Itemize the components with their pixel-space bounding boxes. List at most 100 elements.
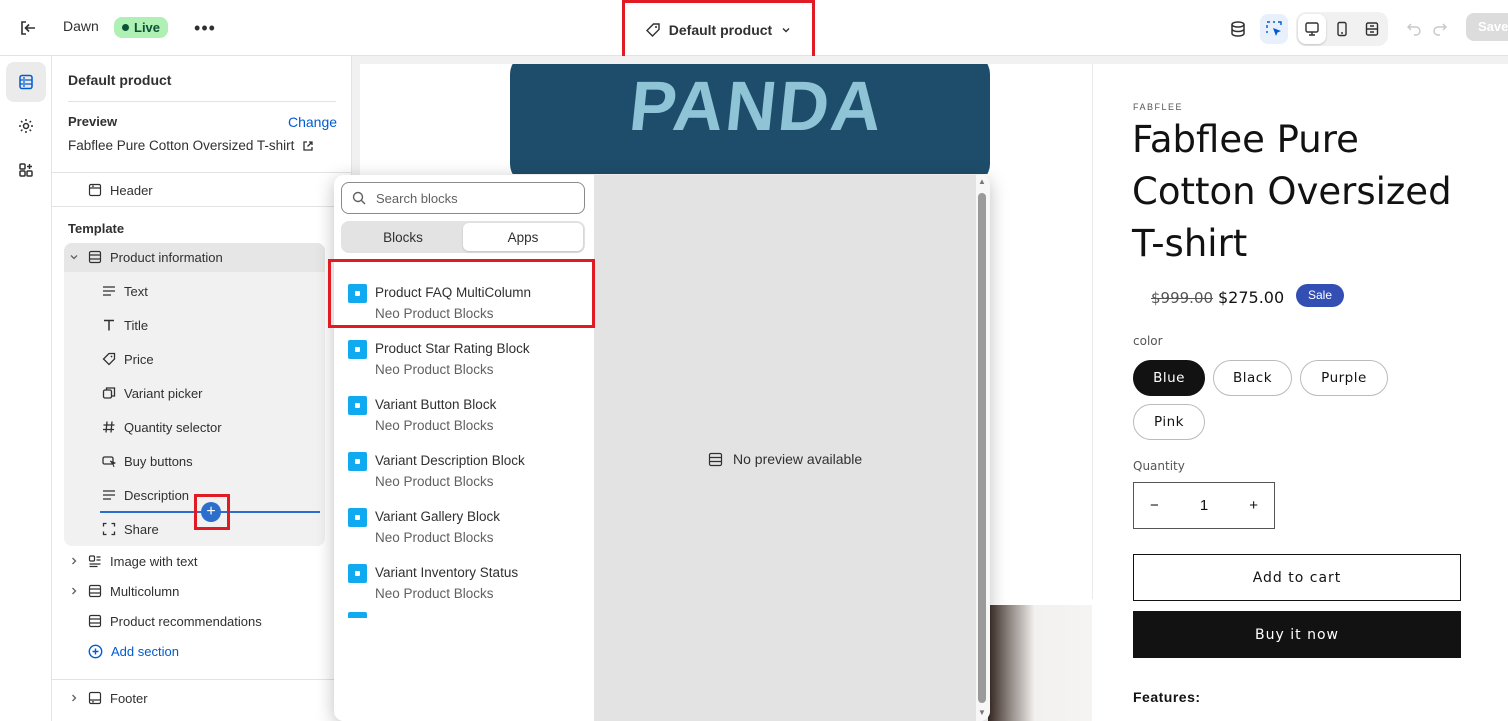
minus-icon[interactable]: −: [1150, 497, 1159, 514]
block-label: Quantity selector: [124, 419, 222, 435]
section-icon: [88, 183, 102, 197]
search-blocks-input[interactable]: [376, 190, 576, 206]
save-button[interactable]: Save: [1466, 13, 1508, 41]
template-heading: Template: [68, 221, 125, 236]
add-block-popover: Blocks Apps Product FAQ MultiColumn Neo …: [334, 175, 990, 721]
chevron-right-icon[interactable]: [68, 586, 80, 596]
no-preview-text: No preview available: [733, 451, 863, 467]
block-item-text[interactable]: Text: [102, 276, 148, 306]
top-bar: Dawn Live ••• Default product Save: [0, 0, 1508, 59]
app-block-title: Variant Inventory Status: [375, 565, 519, 580]
plus-circle-icon: [88, 644, 103, 658]
editor-sidebar: Default product Preview Change Fabflee P…: [52, 56, 352, 721]
chevron-right-icon[interactable]: [68, 556, 80, 566]
sidebar-item-image-with-text[interactable]: Image with text: [68, 546, 197, 576]
section-icon: [708, 452, 723, 466]
block-label: Title: [124, 317, 149, 333]
block-item-description[interactable]: Description: [102, 480, 189, 510]
template-selector-label: Default product: [668, 21, 773, 38]
sections-icon[interactable]: [6, 62, 46, 102]
color-pill-purple[interactable]: Purple: [1300, 360, 1388, 396]
fullscreen-view-icon[interactable]: [1358, 14, 1386, 44]
app-block-title: Variant Gallery Block: [375, 509, 501, 524]
color-pill-blue[interactable]: Blue: [1133, 360, 1205, 396]
color-option-label: color: [1133, 334, 1163, 348]
app-block-icon: [348, 508, 367, 527]
block-label: Price: [124, 351, 154, 367]
block-label: Share: [124, 521, 159, 537]
block-item-price[interactable]: Price: [102, 344, 154, 374]
sale-price: $275.00: [1218, 288, 1285, 307]
app-block-item[interactable]: Variant Gallery Block Neo Product Blocks: [334, 500, 594, 556]
sidebar-item-header[interactable]: Header: [68, 175, 153, 205]
add-to-cart-button[interactable]: Add to cart: [1133, 554, 1461, 601]
section-icon: [88, 584, 102, 598]
desktop-view-icon[interactable]: [1298, 14, 1326, 44]
divider: [68, 101, 336, 102]
scroll-up-icon[interactable]: ▲: [978, 177, 986, 186]
title-t-icon: [104, 319, 114, 331]
inspector-select-icon[interactable]: [1260, 14, 1288, 44]
app-block-item[interactable]: Variant Inventory Status Neo Product Blo…: [334, 556, 594, 612]
no-preview-message: No preview available: [708, 451, 862, 467]
plus-icon[interactable]: +: [1249, 497, 1258, 514]
mobile-view-icon[interactable]: [1328, 14, 1356, 44]
block-label: Description: [124, 487, 190, 503]
block-item-quantity-selector[interactable]: Quantity selector: [102, 412, 222, 442]
product-vendor: FABFLEE: [1133, 102, 1184, 112]
live-badge: Live: [114, 17, 169, 38]
sidebar-item-product-information[interactable]: Product information: [68, 242, 223, 272]
buy-now-button[interactable]: Buy it now: [1133, 611, 1461, 658]
app-block-icon: [348, 340, 367, 359]
image-text-icon: [88, 555, 101, 568]
sidebar-item-footer[interactable]: Footer: [68, 683, 148, 713]
add-section-button[interactable]: Add section: [68, 636, 179, 666]
viewport-switcher: [1296, 12, 1388, 46]
preview-product[interactable]: Fabflee Pure Cotton Oversized T-shirt: [68, 138, 314, 153]
app-block-item[interactable]: Product Star Rating Block Neo Product Bl…: [334, 332, 594, 388]
block-preview-panel: No preview available: [594, 175, 976, 721]
product-image-2[interactable]: [988, 605, 1092, 721]
app-block-icon: [348, 612, 367, 618]
scrollbar-thumb[interactable]: [978, 193, 986, 703]
block-label: Variant picker: [124, 385, 203, 401]
block-type-tabs: Blocks Apps: [341, 221, 585, 253]
database-icon[interactable]: [1224, 14, 1252, 44]
app-block-title: Variant Description Block: [375, 453, 525, 468]
product-title: Fabflee Pure Cotton Oversized T-shirt: [1132, 118, 1452, 265]
quantity-value[interactable]: 1: [1200, 497, 1208, 514]
color-pill-black[interactable]: Black: [1213, 360, 1292, 396]
app-block-item[interactable]: Variant Description Block Neo Product Bl…: [334, 444, 594, 500]
block-item-buy-buttons[interactable]: Buy buttons: [102, 446, 193, 476]
app-block-icon: [348, 564, 367, 583]
undo-icon[interactable]: [1406, 20, 1422, 39]
block-list-panel: Blocks Apps Product FAQ MultiColumn Neo …: [334, 175, 594, 721]
chevron-right-icon[interactable]: [68, 693, 80, 703]
block-item-title[interactable]: Title: [102, 310, 148, 340]
exit-icon[interactable]: [16, 16, 40, 40]
buy-button-icon: [102, 456, 116, 468]
block-item-variant-picker[interactable]: Variant picker: [102, 378, 203, 408]
color-pill-pink[interactable]: Pink: [1133, 404, 1205, 440]
sidebar-item-product-recommendations[interactable]: Product recommendations: [68, 606, 262, 636]
change-preview-link[interactable]: Change: [288, 114, 337, 130]
chevron-down-icon[interactable]: [68, 252, 80, 262]
preview-label: Preview: [68, 114, 118, 129]
settings-gear-icon[interactable]: [6, 106, 46, 146]
sidebar-item-multicolumn[interactable]: Multicolumn: [68, 576, 179, 606]
tab-blocks[interactable]: Blocks: [343, 223, 463, 251]
hashtag-icon: [103, 421, 115, 433]
block-item-share[interactable]: Share: [102, 514, 159, 544]
sidebar-item-label: Header: [110, 182, 153, 198]
apps-icon[interactable]: [6, 150, 46, 190]
more-actions-icon[interactable]: •••: [193, 16, 217, 40]
template-selector[interactable]: Default product: [622, 0, 815, 59]
block-label: Text: [124, 283, 148, 299]
app-block-item[interactable]: Variant Button Block Neo Product Blocks: [334, 388, 594, 444]
add-section-label: Add section: [111, 643, 179, 659]
divider: [52, 206, 352, 207]
redo-icon[interactable]: [1432, 20, 1448, 39]
tab-apps[interactable]: Apps: [463, 223, 583, 251]
scroll-down-icon[interactable]: ▼: [978, 708, 986, 717]
product-image[interactable]: PANDA: [410, 64, 1092, 174]
